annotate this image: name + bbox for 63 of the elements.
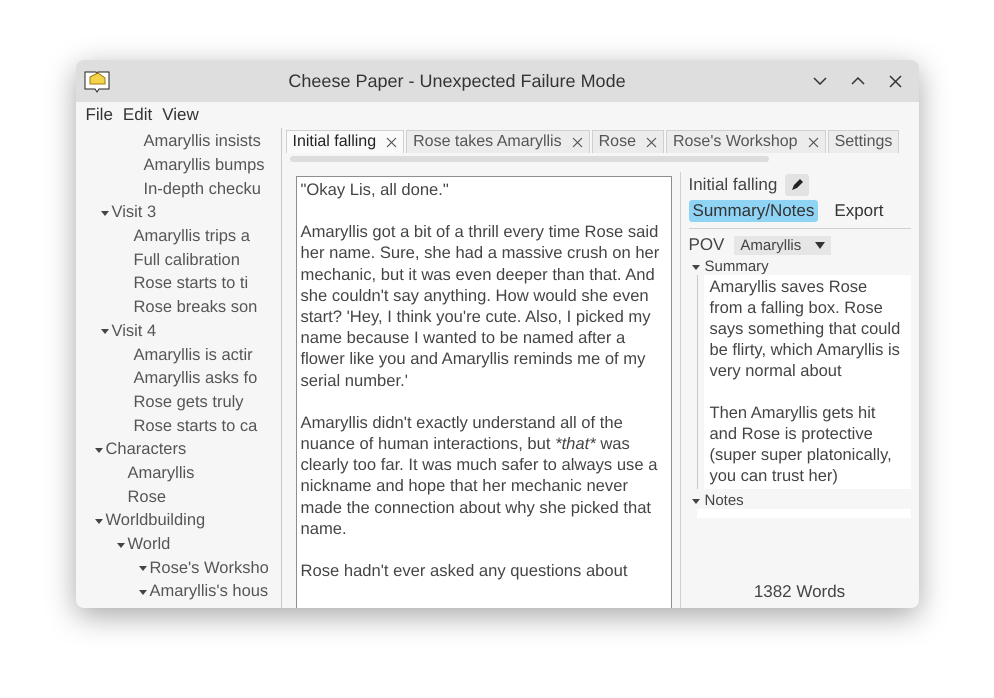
tab[interactable]: Rose	[592, 130, 664, 153]
pov-dropdown[interactable]: Amaryllis	[734, 236, 832, 254]
menu-item[interactable]: Edit	[122, 105, 152, 125]
paragraph: Amaryllis didn't exactly understand all of the nuance of human interactions, but *that* was clearly too far. It was much safer to always use a nickname and hope that her mechanic never made the connection about why she picked that name.	[300, 412, 658, 540]
chevron-up-icon	[850, 77, 864, 85]
dropdown-arrow-icon	[815, 242, 826, 248]
expanded-arrow-icon[interactable]	[100, 208, 108, 217]
tree-item[interactable]: Amaryllis insists	[144, 132, 261, 152]
tree-item[interactable]: Amaryllis asks fo	[134, 369, 258, 388]
pen-icon	[790, 178, 804, 192]
summary-field[interactable]: Amaryllis saves Rose from a falling box. Rose says something that could be flirty, which Amaryllis is very normal about Then Amaryllis gets hit and Rose is protective (super super platonically, you can trust her)	[704, 275, 910, 489]
tree-item[interactable]: World	[128, 535, 170, 554]
close-icon[interactable]	[808, 136, 819, 148]
tree-item[interactable]: Visit 3	[112, 203, 156, 222]
tab[interactable]: Initial falling	[286, 130, 404, 153]
tab[interactable]: Settings	[828, 130, 900, 153]
tree-item[interactable]: Rose gets truly	[134, 392, 244, 412]
expanded-arrow-icon[interactable]	[94, 446, 102, 454]
tree-item[interactable]: In-depth checku	[144, 180, 261, 199]
expanded-arrow-icon[interactable]	[138, 588, 146, 596]
scrollbar[interactable]	[290, 156, 768, 162]
tab[interactable]: Export	[830, 200, 888, 222]
tree-item[interactable]: Amaryllis is actir	[134, 346, 253, 365]
menu-item[interactable]: File	[86, 105, 113, 125]
tab[interactable]: Rose's Workshop	[666, 130, 826, 153]
paragraph: Rose hadn't ever asked any questions about	[300, 560, 628, 582]
scene-name: Initial falling	[688, 175, 778, 195]
expanded-arrow-icon[interactable]	[94, 516, 102, 525]
expanded-arrow-icon[interactable]	[692, 496, 700, 504]
expanded-arrow-icon[interactable]	[100, 327, 108, 336]
tree-item[interactable]: Worldbuilding	[106, 511, 206, 530]
close-icon[interactable]	[386, 136, 398, 148]
chevron-down-icon	[812, 77, 826, 85]
text-editor[interactable]	[296, 176, 672, 608]
tree-item[interactable]: Amaryllis bumps	[144, 156, 265, 176]
tree-item[interactable]: Amaryllis's hous	[150, 582, 268, 602]
paragraph: "Okay Lis, all done."	[300, 179, 450, 200]
close-icon[interactable]	[572, 136, 583, 148]
word-count: 1382 Words	[752, 582, 846, 603]
tree-item[interactable]: Rose's Worksho	[150, 558, 269, 578]
pov-label: POV	[688, 235, 724, 255]
close-icon	[889, 74, 902, 88]
close-icon[interactable]	[646, 136, 657, 148]
tree-item[interactable]: Rose	[128, 488, 166, 507]
expanded-arrow-icon[interactable]	[138, 564, 146, 572]
tree-item[interactable]: Amaryllis	[128, 464, 194, 483]
paragraph: Amaryllis got a bit of a thrill every time Rose said her name. Sure, she had a massive crush on her mechanic, but it was even deeper than that. And she couldn't say anything. How would she even start? 'Hey, I think you're cute. Also, I picked my name because I wanted to be named after a flower like you and Amaryllis reminds me of my serial number.'	[300, 221, 660, 391]
tab[interactable]: Rose takes Amaryllis	[406, 130, 590, 153]
expanded-arrow-icon[interactable]	[692, 262, 700, 270]
menu-item[interactable]: View	[162, 105, 199, 125]
window-title: Cheese Paper - Unexpected Failure Mode	[287, 70, 627, 92]
tree-item[interactable]: Rose breaks son	[134, 298, 258, 318]
tree-item[interactable]: Rose starts to ti	[134, 274, 248, 294]
tree-item[interactable]: Visit 4	[112, 322, 156, 341]
expanded-arrow-icon[interactable]	[116, 540, 124, 549]
section-title: Notes	[704, 492, 744, 509]
tree-item[interactable]: Rose starts to ca	[134, 416, 258, 436]
edit-button[interactable]	[785, 174, 810, 196]
tree-item[interactable]: Amaryllis trips a	[134, 227, 250, 246]
tree-item[interactable]: Full calibration	[134, 250, 240, 270]
section-title: Summary	[704, 258, 769, 275]
tree-item[interactable]: Characters	[106, 440, 186, 460]
tab[interactable]: Summary/Notes	[688, 200, 818, 222]
